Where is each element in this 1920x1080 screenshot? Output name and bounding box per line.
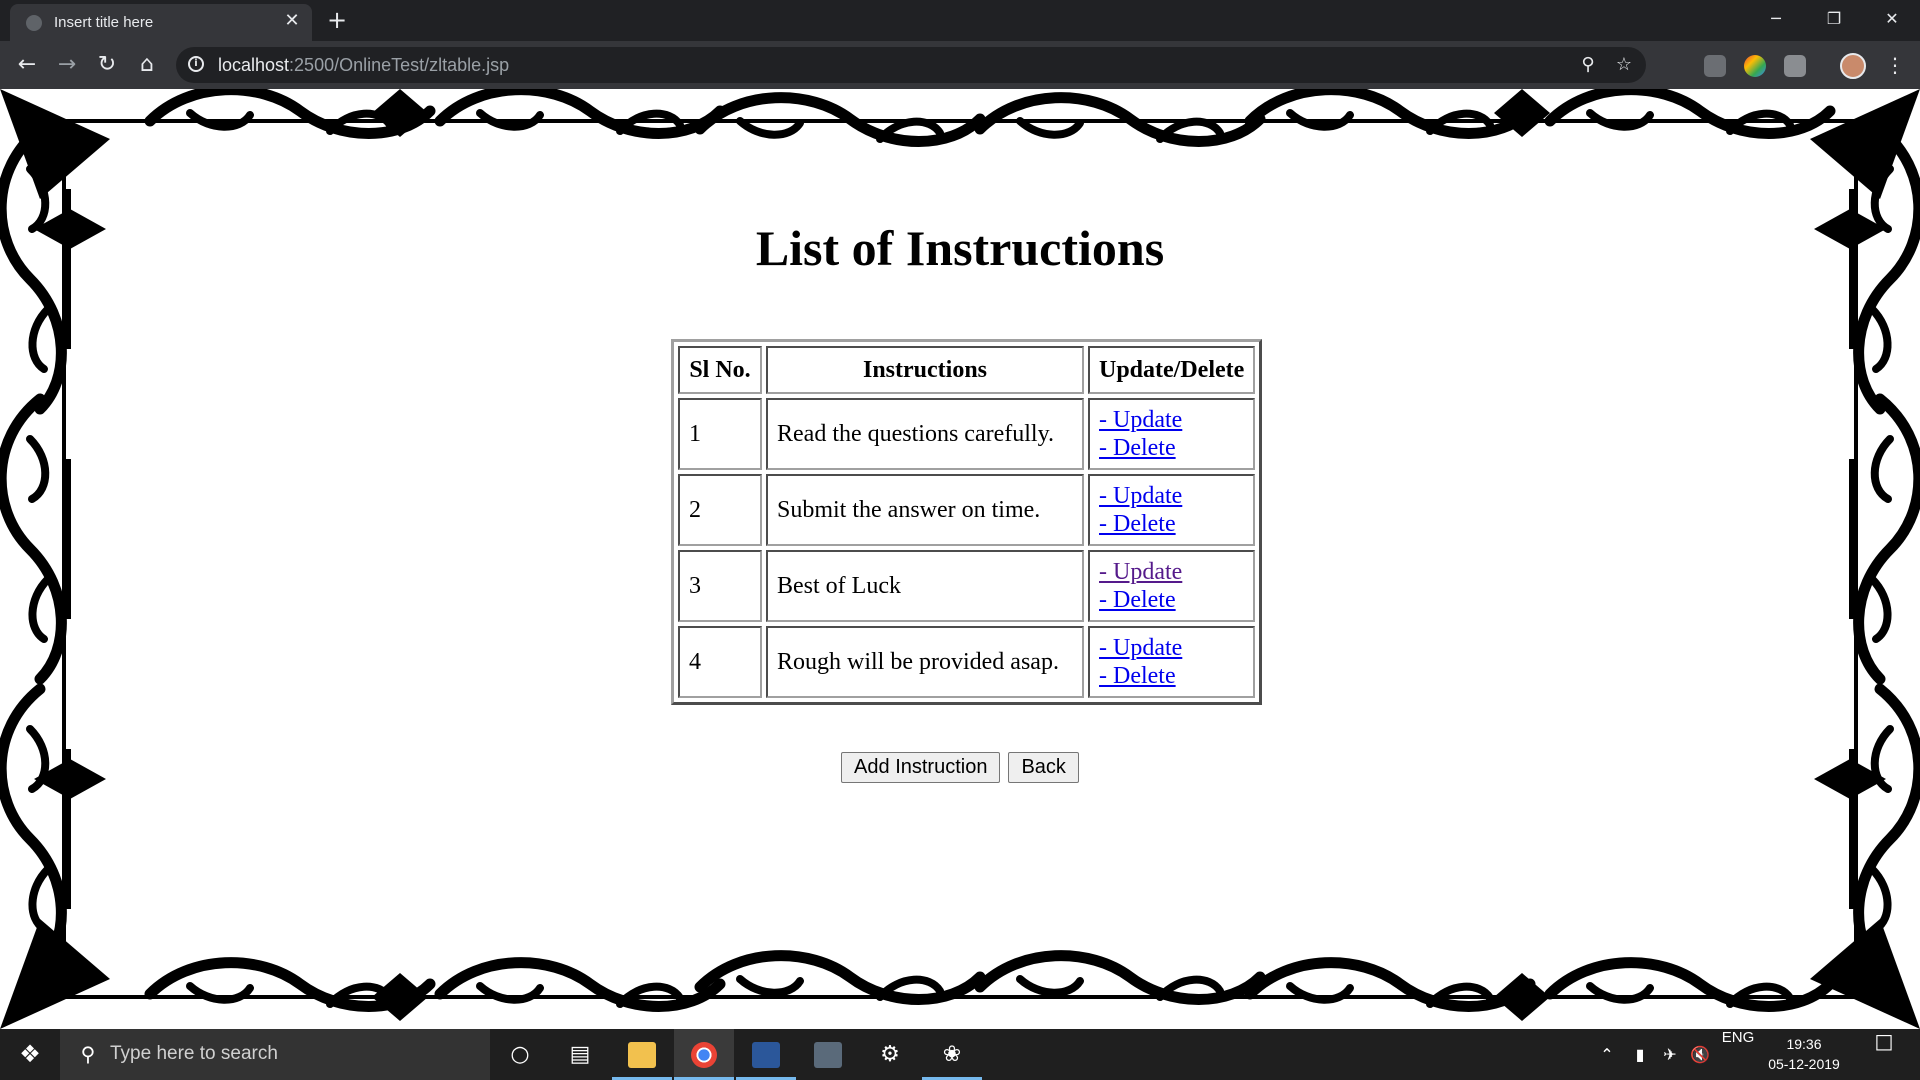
- cell-actions: - Update - Delete: [1088, 474, 1256, 546]
- table-row: 2 Submit the answer on time. - Update - …: [678, 474, 1256, 546]
- windows-taskbar: ❖ ⚲ Type here to search ○ ▤ ⚙ ❀ ⌃ ▮ ✈ 🔇 …: [0, 1029, 1920, 1080]
- delete-link[interactable]: - Delete: [1099, 662, 1244, 690]
- url-text[interactable]: localhost:2500/OnlineTest/zltable.jsp: [218, 55, 509, 76]
- update-link[interactable]: - Update: [1099, 634, 1244, 662]
- taskbar-clock[interactable]: 19:36 05-12-2019: [1762, 1034, 1846, 1074]
- task-view-icon[interactable]: ▤: [550, 1029, 610, 1080]
- page-viewport: List of Instructions Sl No. Instructions…: [0, 89, 1920, 1029]
- table-row: 1 Read the questions carefully. - Update…: [678, 398, 1256, 470]
- column-header-instructions: Instructions: [766, 346, 1084, 394]
- back-button[interactable]: Back: [1008, 752, 1079, 783]
- forward-arrow-icon[interactable]: →: [52, 50, 82, 80]
- airplane-mode-icon[interactable]: ✈: [1658, 1029, 1682, 1080]
- browser-toolbar: ← → ↻ ⌂ i localhost:2500/OnlineTest/zlta…: [0, 41, 1920, 89]
- page-title: List of Instructions: [755, 220, 1165, 276]
- cell-sl-no: 2: [678, 474, 762, 546]
- action-buttons: Add Instruction Back: [0, 752, 1920, 783]
- window-close-icon[interactable]: ✕: [1864, 0, 1920, 41]
- file-explorer-icon[interactable]: [612, 1029, 672, 1080]
- browser-tab[interactable]: Insert title here ✕: [10, 4, 312, 41]
- address-bar[interactable]: i localhost:2500/OnlineTest/zltable.jsp …: [176, 47, 1646, 83]
- restore-icon[interactable]: ❐: [1806, 0, 1862, 41]
- cortana-icon[interactable]: ○: [490, 1029, 550, 1080]
- table-header-row: Sl No. Instructions Update/Delete: [678, 346, 1256, 394]
- extension-color-icon[interactable]: [1744, 55, 1766, 77]
- zoom-icon[interactable]: ⚲: [1576, 53, 1600, 77]
- url-host: localhost: [218, 55, 290, 75]
- delete-link[interactable]: - Delete: [1099, 434, 1244, 462]
- extension-shield-icon[interactable]: [1784, 55, 1806, 77]
- app-window-icon[interactable]: [798, 1029, 858, 1080]
- back-arrow-icon[interactable]: ←: [12, 50, 42, 80]
- tab-title: Insert title here: [54, 14, 154, 31]
- update-link[interactable]: - Update: [1099, 482, 1244, 510]
- table-row: 3 Best of Luck - Update - Delete: [678, 550, 1256, 622]
- chrome-icon[interactable]: [674, 1029, 734, 1080]
- profile-avatar[interactable]: [1840, 53, 1866, 79]
- eclipse-gear-icon[interactable]: ⚙: [860, 1029, 920, 1080]
- table-row: 4 Rough will be provided asap. - Update …: [678, 626, 1256, 698]
- cell-instruction: Best of Luck: [766, 550, 1084, 622]
- search-icon: ⚲: [80, 1042, 96, 1066]
- update-link[interactable]: - Update: [1099, 558, 1244, 586]
- cell-instruction: Rough will be provided asap.: [766, 626, 1084, 698]
- cell-actions: - Update - Delete: [1088, 626, 1256, 698]
- column-header-update-delete: Update/Delete: [1088, 346, 1256, 394]
- page-favicon-icon: [26, 15, 42, 31]
- volume-muted-icon[interactable]: 🔇: [1688, 1029, 1712, 1080]
- browser-menu-icon[interactable]: ⋮: [1880, 50, 1910, 80]
- cell-sl-no: 4: [678, 626, 762, 698]
- windows-start-icon[interactable]: ❖: [0, 1029, 60, 1080]
- delete-link[interactable]: - Delete: [1099, 586, 1244, 614]
- home-icon[interactable]: ⌂: [132, 50, 162, 80]
- show-hidden-icons-chevron-icon[interactable]: ⌃: [1596, 1029, 1618, 1080]
- extension-location-icon[interactable]: [1704, 55, 1726, 77]
- browser-tab-strip: Insert title here ✕ + ─ ❐ ✕: [0, 0, 1920, 41]
- language-indicator[interactable]: ENG: [1718, 1029, 1758, 1080]
- close-tab-icon[interactable]: ✕: [282, 11, 302, 31]
- add-instruction-button[interactable]: Add Instruction: [841, 752, 1001, 783]
- column-header-sl-no: Sl No.: [678, 346, 762, 394]
- url-path: :2500/OnlineTest/zltable.jsp: [289, 55, 510, 75]
- instructions-table: Sl No. Instructions Update/Delete 1 Read…: [671, 339, 1263, 705]
- reload-icon[interactable]: ↻: [92, 50, 122, 80]
- update-link[interactable]: - Update: [1099, 406, 1244, 434]
- minimize-icon[interactable]: ─: [1748, 0, 1804, 41]
- notification-center-icon[interactable]: □: [1864, 1029, 1904, 1080]
- taskbar-search-box[interactable]: ⚲ Type here to search: [60, 1029, 490, 1080]
- new-tab-icon[interactable]: +: [324, 7, 350, 33]
- cell-sl-no: 3: [678, 550, 762, 622]
- bookmark-star-icon[interactable]: ☆: [1612, 53, 1636, 77]
- cell-instruction: Submit the answer on time.: [766, 474, 1084, 546]
- word-icon[interactable]: [736, 1029, 796, 1080]
- clock-time: 19:36: [1786, 1036, 1822, 1052]
- battery-icon[interactable]: ▮: [1628, 1029, 1652, 1080]
- cell-sl-no: 1: [678, 398, 762, 470]
- delete-link[interactable]: - Delete: [1099, 510, 1244, 538]
- site-info-icon[interactable]: i: [188, 56, 204, 72]
- search-placeholder: Type here to search: [110, 1043, 278, 1064]
- cell-instruction: Read the questions carefully.: [766, 398, 1084, 470]
- clock-date: 05-12-2019: [1768, 1056, 1840, 1072]
- cell-actions: - Update - Delete: [1088, 550, 1256, 622]
- paint-icon[interactable]: ❀: [922, 1029, 982, 1080]
- cell-actions: - Update - Delete: [1088, 398, 1256, 470]
